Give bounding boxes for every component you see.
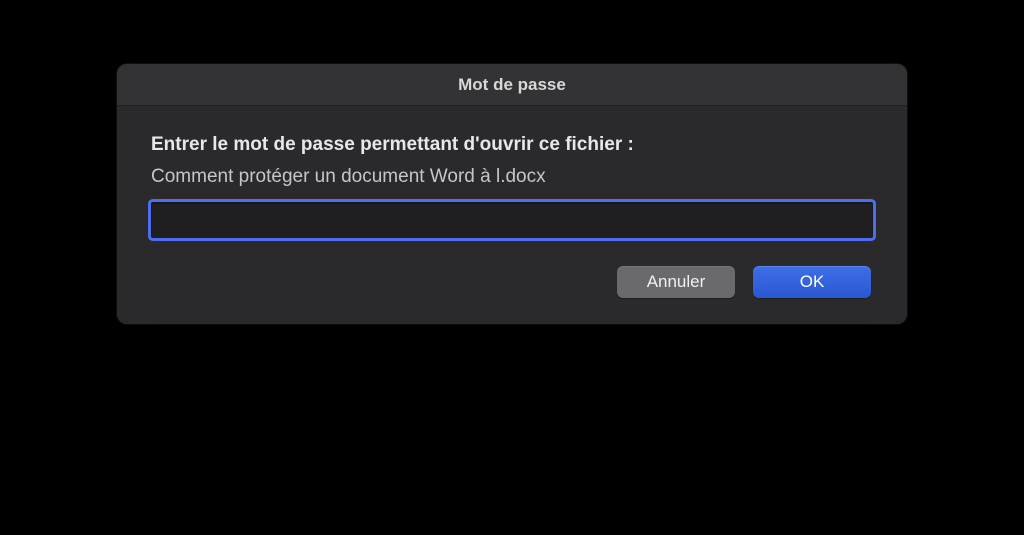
dialog-content: Entrer le mot de passe permettant d'ouvr…	[117, 106, 907, 324]
dialog-titlebar: Mot de passe	[117, 64, 907, 106]
cancel-button[interactable]: Annuler	[617, 266, 735, 298]
dialog-title: Mot de passe	[458, 75, 566, 95]
ok-button[interactable]: OK	[753, 266, 871, 298]
password-input[interactable]	[151, 202, 873, 238]
filename-label: Comment protéger un document Word à l.do…	[151, 166, 873, 188]
password-prompt: Entrer le mot de passe permettant d'ouvr…	[151, 134, 873, 156]
button-row: Annuler OK	[151, 266, 873, 298]
password-dialog: Mot de passe Entrer le mot de passe perm…	[117, 64, 907, 324]
